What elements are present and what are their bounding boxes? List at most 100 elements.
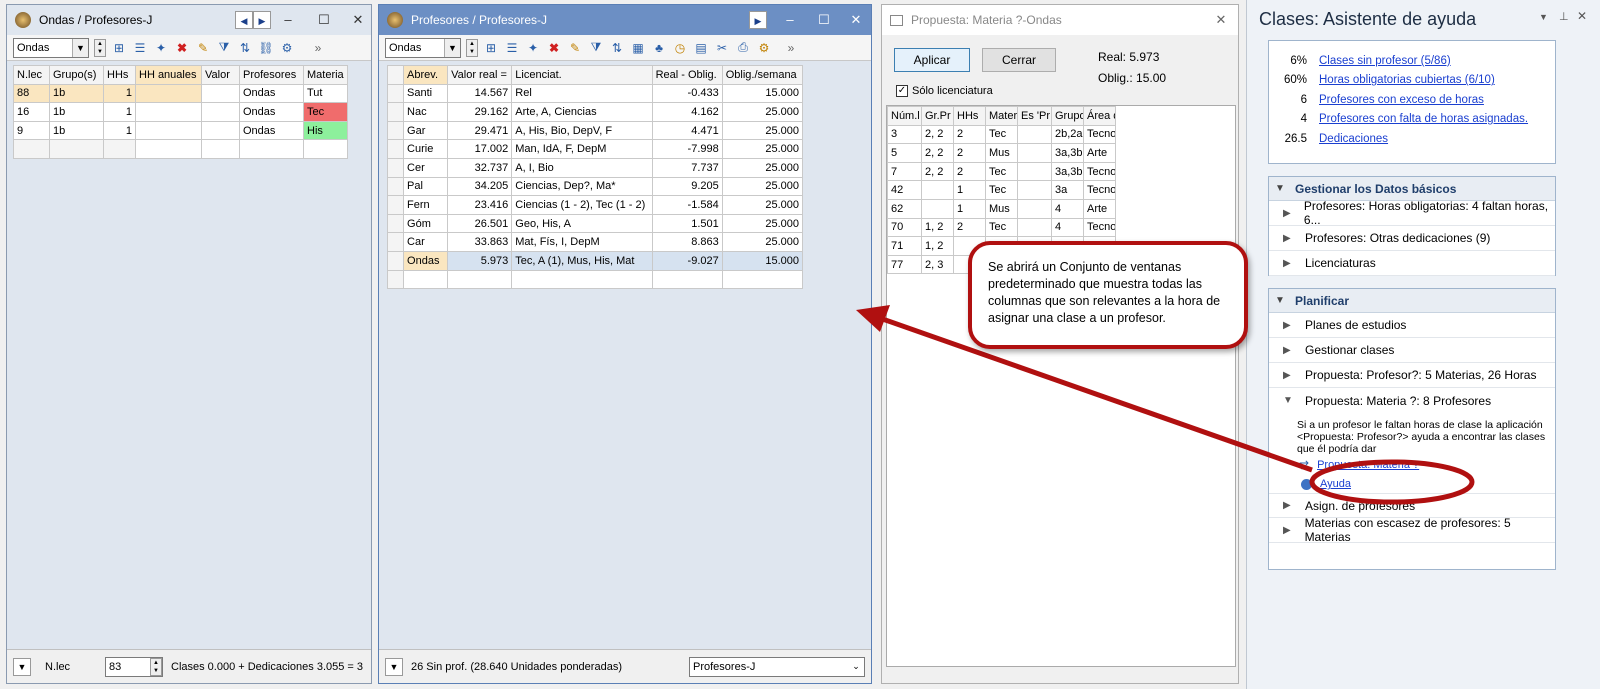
cell[interactable]: Mus bbox=[985, 198, 1018, 219]
cell[interactable]: 25.000 bbox=[721, 213, 804, 234]
task-item[interactable]: ▶ Licenciaturas bbox=[1269, 251, 1555, 276]
settings-icon[interactable]: ⚙ bbox=[279, 40, 295, 56]
cell[interactable]: 3a,3b bbox=[1051, 143, 1084, 163]
col-header[interactable]: Es 'Pr bbox=[1017, 106, 1052, 126]
proposal-link-row[interactable]: ⇄ Propuesta: Materia ? bbox=[1269, 455, 1555, 475]
cell[interactable]: Mus bbox=[985, 143, 1018, 163]
minimize-icon[interactable]: – bbox=[781, 11, 799, 29]
table-row[interactable]: Ondas 5.973 Tec, A (1), Mus, His, Mat -9.02… bbox=[386, 250, 804, 271]
cell[interactable]: 71 bbox=[887, 236, 922, 256]
cell[interactable]: 3a,3b bbox=[1051, 161, 1084, 182]
cell[interactable]: -9.027 bbox=[651, 250, 723, 271]
filter-icon[interactable]: ⧩ bbox=[588, 40, 604, 56]
cell[interactable]: His bbox=[303, 120, 348, 141]
stat-link[interactable]: Dedicaciones bbox=[1319, 133, 1388, 145]
row-selector[interactable] bbox=[386, 139, 405, 159]
cell[interactable]: Ondas bbox=[239, 102, 304, 122]
cell[interactable]: Tut bbox=[303, 83, 348, 104]
cell[interactable]: 1b bbox=[49, 102, 104, 122]
cell[interactable] bbox=[511, 269, 653, 290]
cell[interactable]: 2, 3 bbox=[921, 254, 954, 275]
cell[interactable]: 1.501 bbox=[651, 213, 723, 234]
window-titlebar[interactable]: Propuesta: Materia ?-Ondas ✕ bbox=[882, 5, 1238, 35]
help-link[interactable]: Ayuda bbox=[1320, 478, 1351, 490]
table-row-empty[interactable] bbox=[386, 269, 804, 290]
cell[interactable] bbox=[1017, 180, 1052, 200]
cell[interactable]: Cer bbox=[403, 157, 449, 178]
cell[interactable]: 15.000 bbox=[721, 83, 804, 104]
cell[interactable]: Pal bbox=[403, 176, 449, 197]
cell[interactable] bbox=[13, 139, 50, 159]
cell[interactable] bbox=[201, 139, 240, 159]
cell[interactable]: 1 bbox=[103, 102, 136, 122]
table-row[interactable]: Nac 29.162 Arte, A, Ciencias 4.162 25.000 bbox=[386, 102, 804, 122]
cell[interactable]: 25.000 bbox=[721, 120, 804, 141]
cell[interactable]: 25.000 bbox=[721, 157, 804, 178]
row-selector[interactable] bbox=[386, 195, 405, 215]
cell[interactable] bbox=[447, 269, 513, 290]
cell[interactable]: 4.162 bbox=[651, 102, 723, 122]
col-header[interactable]: HH anuales bbox=[135, 65, 202, 85]
col-header[interactable]: Valor real = bbox=[447, 65, 513, 85]
cell[interactable]: Góm bbox=[403, 213, 449, 234]
cell[interactable]: Ondas bbox=[239, 120, 304, 141]
cell[interactable]: Tecno bbox=[1083, 161, 1116, 182]
cell[interactable]: 4.471 bbox=[651, 120, 723, 141]
col-header[interactable]: Grupo(s) bbox=[49, 65, 104, 85]
cell[interactable]: Ciencias, Dep?, Ma* bbox=[511, 176, 653, 197]
close-icon[interactable]: ✕ bbox=[1212, 11, 1230, 29]
task-item[interactable]: ▶ Propuesta: Profesor?: 5 Materias, 26 Ho… bbox=[1269, 363, 1555, 388]
col-header[interactable]: Materia bbox=[303, 65, 348, 85]
element-combo[interactable]: Ondas ▼ bbox=[13, 37, 89, 58]
cell[interactable]: 25.000 bbox=[721, 102, 804, 122]
row-selector[interactable] bbox=[386, 213, 405, 234]
cell[interactable] bbox=[135, 83, 202, 104]
pane-menu-icon[interactable]: ▼ bbox=[1539, 12, 1548, 22]
cell[interactable]: 5.973 bbox=[447, 250, 513, 271]
cell[interactable]: -0.433 bbox=[651, 83, 723, 104]
cell[interactable]: 1b bbox=[49, 83, 104, 104]
print-icon[interactable]: ⎙ bbox=[735, 40, 751, 56]
cell[interactable]: 77 bbox=[887, 254, 922, 275]
tools-icon[interactable]: ✂ bbox=[714, 40, 730, 56]
col-header[interactable]: Profesores bbox=[239, 65, 304, 85]
cell[interactable]: Tecno bbox=[1083, 124, 1116, 145]
table-row[interactable]: Santi 14.567 Rel -0.433 15.000 bbox=[386, 83, 804, 104]
help-link-row[interactable]: Ayuda bbox=[1269, 475, 1555, 493]
cell[interactable]: 3 bbox=[887, 124, 922, 145]
table-row-empty[interactable] bbox=[13, 139, 348, 159]
col-header[interactable]: HHs bbox=[953, 106, 986, 126]
col-header[interactable]: Área d bbox=[1083, 106, 1116, 126]
next-arrow-icon[interactable]: ▶ bbox=[253, 11, 271, 29]
col-header[interactable]: Núm.l bbox=[887, 106, 922, 126]
cell[interactable]: 88 bbox=[13, 83, 50, 104]
close-icon[interactable]: ✕ bbox=[1577, 9, 1587, 23]
cell[interactable]: 29.162 bbox=[447, 102, 513, 122]
list-icon[interactable]: ☰ bbox=[504, 40, 520, 56]
cell[interactable]: 3a bbox=[1051, 180, 1084, 200]
cell[interactable]: Santi bbox=[403, 83, 449, 104]
cell[interactable]: Tecno bbox=[1083, 180, 1116, 200]
cell[interactable]: 33.863 bbox=[447, 232, 513, 252]
cell[interactable]: 25.000 bbox=[721, 195, 804, 215]
cell[interactable]: 25.000 bbox=[721, 176, 804, 197]
cell[interactable]: 15.000 bbox=[721, 250, 804, 271]
col-header[interactable]: Valor bbox=[201, 65, 240, 85]
spin-icon[interactable]: ▲ ▼ bbox=[94, 38, 106, 57]
cell[interactable]: Tec bbox=[985, 161, 1018, 182]
edit-icon[interactable]: ✎ bbox=[567, 40, 583, 56]
col-header[interactable]: N.lec bbox=[13, 65, 50, 85]
maximize-icon[interactable]: ☐ bbox=[315, 11, 333, 29]
apply-button[interactable]: Aplicar bbox=[894, 48, 970, 72]
cell[interactable]: 16 bbox=[13, 102, 50, 122]
table-row[interactable]: Curie 17.002 Man, IdA, F, DepM -7.998 25.000 bbox=[386, 139, 804, 159]
cell[interactable]: 2 bbox=[953, 124, 986, 145]
cell[interactable]: Arte, A, Ciencias bbox=[511, 102, 653, 122]
table-row[interactable]: 16 1b 1 Ondas Tec bbox=[13, 102, 348, 122]
task-item[interactable]: ▶ Profesores: Horas obligatorias: 4 falta… bbox=[1269, 199, 1555, 227]
cell[interactable]: Rel bbox=[511, 83, 653, 104]
chevron-down-icon[interactable]: ▼ bbox=[72, 38, 88, 57]
cell[interactable]: 1, 2 bbox=[921, 236, 954, 256]
cell[interactable]: Fern bbox=[403, 195, 449, 215]
sort-icon[interactable]: ⇅ bbox=[609, 40, 625, 56]
